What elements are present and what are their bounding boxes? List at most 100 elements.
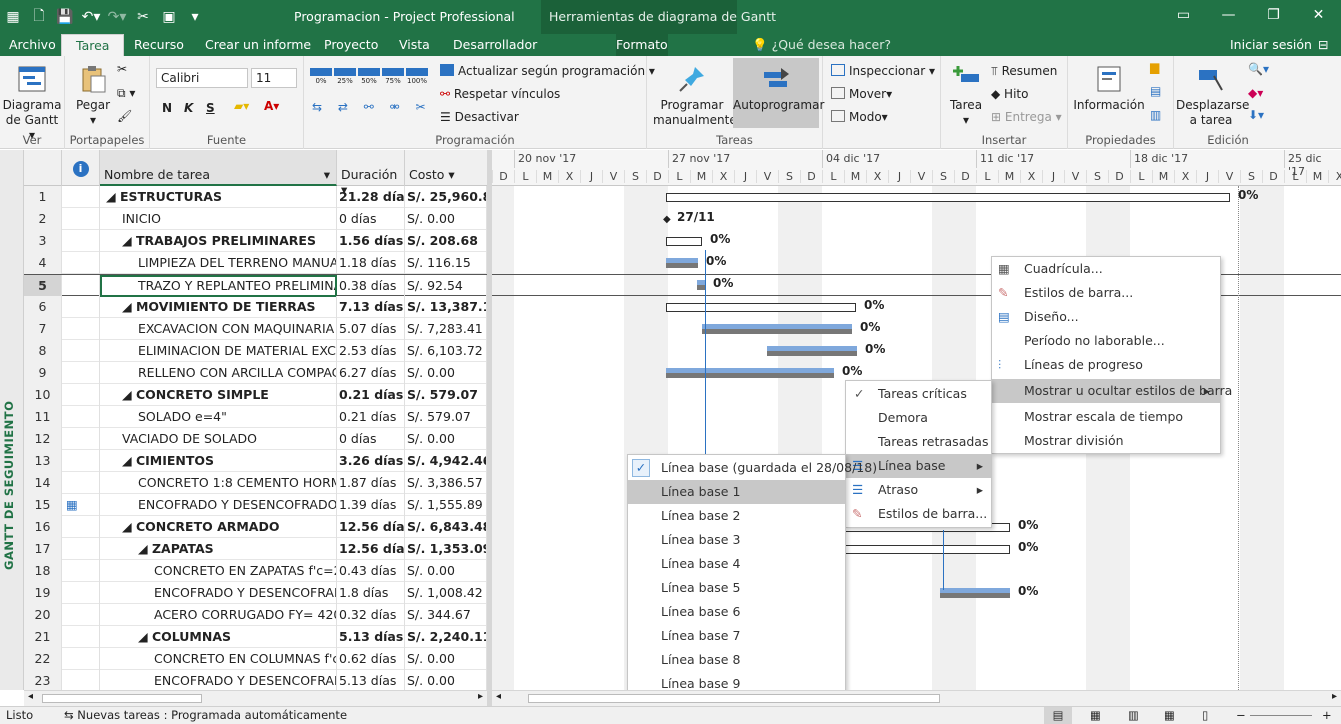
row-task-name[interactable]: ◢ COLUMNAS <box>100 626 337 648</box>
menu-baseline-7[interactable]: Línea base 7 <box>628 624 845 648</box>
row-cost[interactable]: S/. 579.07 <box>405 406 487 428</box>
font-color-icon[interactable]: A▾ <box>264 99 279 113</box>
row-id[interactable]: 3 <box>24 230 62 252</box>
menu-baseline-4[interactable]: Línea base 4 <box>628 552 845 576</box>
format-painter-icon[interactable]: ✂ <box>130 9 156 25</box>
new-tasks-mode[interactable]: ⇆ Nuevas tareas : Programada automáticam… <box>64 707 347 724</box>
row-duration[interactable]: 0.38 días <box>337 275 405 297</box>
menu-baseline-0[interactable]: ✓ Línea base (guardada el 28/08/18) <box>628 456 877 480</box>
sign-in-link[interactable]: Iniciar sesión <box>1230 34 1312 56</box>
underline-button[interactable]: S <box>206 101 215 115</box>
menu-baseline-5[interactable]: Línea base 5 <box>628 576 845 600</box>
row-cost[interactable]: S/. 579.07 <box>405 384 487 406</box>
row-id[interactable]: 18 <box>24 560 62 582</box>
row-duration[interactable]: 1.56 días <box>337 230 405 252</box>
row-task-name[interactable]: INICIO <box>100 208 337 230</box>
close-button[interactable]: ✕ <box>1296 0 1341 34</box>
scroll-right-icon[interactable]: ▸ <box>478 691 483 702</box>
table-row[interactable]: 3 ◢ TRABAJOS PRELIMINARES 1.56 días S/. 208… <box>24 230 487 252</box>
row-task-name[interactable]: ◢ CONCRETO SIMPLE <box>100 384 337 406</box>
baseline-bar[interactable] <box>666 263 698 268</box>
row-task-name[interactable]: ENCOFRADO Y DESENCOFRADO <box>100 670 337 690</box>
row-task-name[interactable]: ACERO CORRUGADO FY= 4200 <box>100 604 337 626</box>
row-cost[interactable]: S/. 208.68 <box>405 230 487 252</box>
scroll-left-icon[interactable]: ◂ <box>28 691 33 702</box>
paste-button[interactable]: Pegar ▾ <box>73 64 113 128</box>
find-icon[interactable]: 🔍▾ <box>1248 62 1269 76</box>
italic-button[interactable]: K <box>184 101 193 115</box>
row-cost[interactable]: S/. 116.15 <box>405 252 487 274</box>
menu-show-hide-bar-styles[interactable]: Mostrar u ocultar estilos de barra ▸ <box>992 379 1232 403</box>
menu-gridlines[interactable]: ▦ Cuadrícula... <box>992 257 1220 281</box>
gantt-view-icon[interactable]: ▤ <box>1044 707 1072 724</box>
tab-developer[interactable]: Desarrollador <box>453 34 537 56</box>
table-row[interactable]: 10 ◢ CONCRETO SIMPLE 0.21 días S/. 579.07 <box>24 384 487 406</box>
save-icon[interactable]: 💾 <box>52 9 78 25</box>
tab-resource[interactable]: Recurso <box>134 34 184 56</box>
fill-icon[interactable]: ⬇▾ <box>1248 108 1264 122</box>
row-id[interactable]: 14 <box>24 472 62 494</box>
row-duration[interactable]: 5.13 días <box>337 626 405 648</box>
row-duration[interactable]: 1.8 días <box>337 582 405 604</box>
table-row[interactable]: 6 ◢ MOVIMIENTO DE TIERRAS 7.13 días S/. 13,… <box>24 296 487 318</box>
table-row[interactable]: 9 RELLENO CON ARCILLA COMPACTADA6.27 días… <box>24 362 487 384</box>
row-task-name[interactable]: CONCRETO 1:8 CEMENTO HORMIGON <box>100 472 337 494</box>
bold-button[interactable]: N <box>162 101 172 115</box>
row-duration[interactable]: 21.28 días <box>337 186 405 208</box>
respect-links-button[interactable]: ⚯ Respetar vínculos <box>440 87 560 101</box>
undo-icon[interactable]: ↶▾ <box>78 9 104 25</box>
row-task-name[interactable]: ◢ ESTRUCTURAS <box>100 186 337 208</box>
row-cost[interactable]: S/. 1,555.89 <box>405 494 487 516</box>
minimize-button[interactable]: — <box>1206 0 1251 34</box>
row-id[interactable]: 5 <box>24 275 62 297</box>
row-duration[interactable]: 7.13 días <box>337 296 405 318</box>
tab-format[interactable]: Formato <box>616 34 668 56</box>
row-task-name[interactable]: LIMPIEZA DEL TERRENO MANUAL <box>100 252 337 274</box>
summary-bar[interactable] <box>832 545 1010 554</box>
summary-button[interactable]: ⫪ Resumen <box>991 64 1057 79</box>
pct-25-button[interactable]: 25% <box>334 68 356 85</box>
format-paint-icon[interactable]: 🖌 <box>117 109 132 123</box>
gantt-scroll-left-icon[interactable]: ◂ <box>496 691 501 702</box>
row-cost[interactable]: S/. 344.67 <box>405 604 487 626</box>
row-id[interactable]: 6 <box>24 296 62 318</box>
redo-icon[interactable]: ↷▾ <box>104 9 130 25</box>
table-row[interactable]: 4 LIMPIEZA DEL TERRENO MANUAL 1.18 días S/.… <box>24 252 487 274</box>
baseline-bar[interactable] <box>702 329 852 334</box>
gantt-chart-button[interactable]: Diagrama de Gantt ▾ <box>2 64 62 143</box>
row-cost[interactable]: S/. 2,240.11 <box>405 626 487 648</box>
row-duration[interactable]: 1.39 días <box>337 494 405 516</box>
cut-icon[interactable]: ✂ <box>117 62 127 76</box>
baseline-bar[interactable] <box>666 373 834 378</box>
row-duration[interactable]: 5.13 días <box>337 670 405 690</box>
table-row[interactable]: 11 SOLADO e=4" 0.21 días S/. 579.07 <box>24 406 487 428</box>
row-duration[interactable]: 1.87 días <box>337 472 405 494</box>
menu-nonworking-time[interactable]: Período no laborable... <box>992 329 1220 353</box>
ribbon-options-icon[interactable]: ▭ <box>1161 0 1206 34</box>
gantt-horizontal-scrollbar[interactable]: ◂ ▸ <box>492 690 1341 706</box>
inspect-button[interactable]: Inspeccionar ▾ <box>831 64 935 78</box>
menu-show-split[interactable]: Mostrar división <box>992 429 1220 453</box>
row-task-name[interactable]: TRAZO Y REPLANTEO PRELIMINAR <box>100 275 337 297</box>
summary-bar[interactable] <box>666 237 702 246</box>
gantt-scroll-thumb[interactable] <box>528 694 940 703</box>
tab-task[interactable]: Tarea <box>61 34 125 56</box>
pct-75-button[interactable]: 75% <box>382 68 404 85</box>
team-planner-icon[interactable]: ▥ <box>1128 707 1139 724</box>
grid-horizontal-scrollbar[interactable]: ◂ ▸ <box>24 690 487 706</box>
row-id[interactable]: 10 <box>24 384 62 406</box>
new-file-icon[interactable]: 🗋 <box>26 5 52 29</box>
task-usage-icon[interactable]: ▦ <box>1090 707 1101 724</box>
row-duration[interactable]: 6.27 días <box>337 362 405 384</box>
menu-bar-styles[interactable]: ✎ Estilos de barra... <box>992 281 1220 305</box>
row-duration[interactable]: 12.56 días <box>337 538 405 560</box>
deactivate-button[interactable]: ☰ Desactivar <box>440 110 519 124</box>
row-duration[interactable]: 0 días <box>337 208 405 230</box>
manual-schedule-button[interactable]: Programar manualmente <box>653 64 737 128</box>
row-id[interactable]: 8 <box>24 340 62 362</box>
menu-critical-tasks[interactable]: ✓ Tareas críticas <box>846 382 991 406</box>
zoom-out-icon[interactable]: − <box>1236 707 1246 724</box>
table-row[interactable]: 17 ◢ ZAPATAS 12.56 días S/. 1,353.09 <box>24 538 487 560</box>
grid-scroll-thumb[interactable] <box>42 694 202 703</box>
table-row[interactable]: 13 ◢ CIMIENTOS 3.26 días S/. 4,942.46 <box>24 450 487 472</box>
